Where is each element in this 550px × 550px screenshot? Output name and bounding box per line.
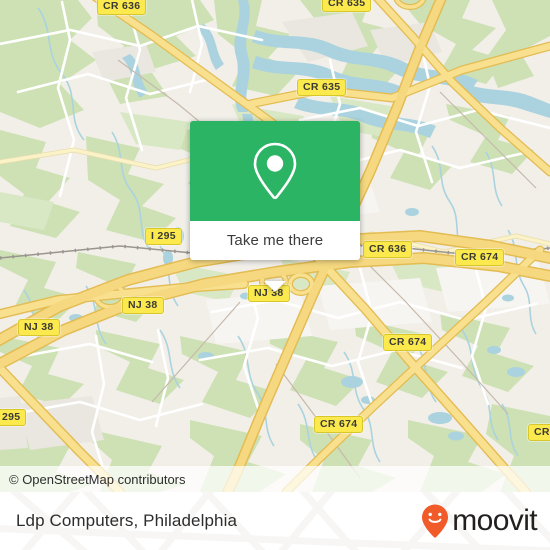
- map-attribution: © OpenStreetMap contributors: [0, 466, 550, 492]
- road-shield: CR 636: [97, 0, 147, 15]
- popup-notch: [264, 281, 286, 292]
- moovit-pin-smiley-icon: [422, 504, 449, 538]
- road-shield: CR 636: [363, 241, 413, 258]
- popup-cta-label: Take me there: [226, 232, 324, 249]
- moovit-wordmark: moovit: [452, 504, 537, 537]
- road-shield: CR 674: [314, 416, 364, 433]
- map-screenshot: CR 636 CR 635 CR 635 I 295 CR 636 CR 674 NJ 38…: [0, 0, 550, 550]
- map-pin-icon: [253, 142, 297, 200]
- road-shield: I 295: [145, 228, 182, 245]
- road-shield: NJ 38: [122, 297, 164, 314]
- popup-icon-area: [190, 121, 360, 221]
- road-shield: NJ 38: [18, 319, 60, 336]
- attribution-text: © OpenStreetMap contributors: [9, 471, 186, 487]
- road-shield: 295: [0, 409, 27, 426]
- footer-bar: Ldp Computers, Philadelphia moovit: [0, 492, 550, 550]
- road-shield: CR: [528, 424, 550, 441]
- road-shield: CR 635: [297, 79, 347, 96]
- map-viewport[interactable]: CR 636 CR 635 CR 635 I 295 CR 636 CR 674 NJ 38…: [0, 0, 550, 492]
- popup-cta[interactable]: Take me there: [190, 221, 360, 260]
- road-shield: CR 674: [383, 334, 433, 351]
- road-shield: CR 635: [322, 0, 372, 12]
- road-shield: CR 674: [455, 249, 505, 266]
- place-title: Ldp Computers, Philadelphia: [16, 511, 238, 530]
- location-popup[interactable]: Take me there: [190, 121, 360, 292]
- moovit-logo[interactable]: moovit: [420, 503, 538, 539]
